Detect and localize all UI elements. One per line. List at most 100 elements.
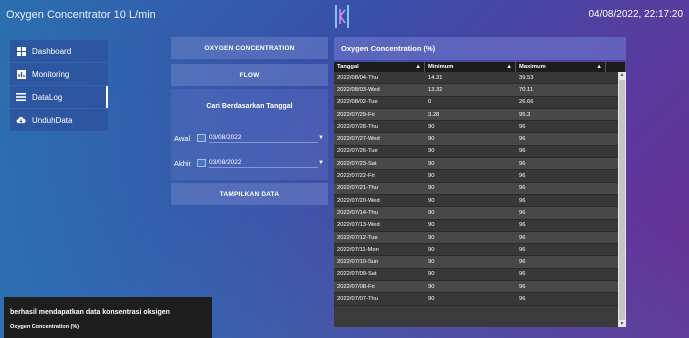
table-cell: 2022/07/11-Mon <box>337 246 379 253</box>
table-cell: 2022/07/29-Fri <box>337 111 375 118</box>
start-date-picker[interactable]: Awal 03/08/2022 ▼ <box>171 131 328 145</box>
table-cell: 90 <box>428 222 435 229</box>
column-header-tanggal[interactable]: Tanggal ▲ <box>334 62 425 72</box>
data-table: Tanggal ▲ Minimum ▲ Maximum ▲ 2022/08/04-Th… <box>334 62 626 327</box>
table-row[interactable]: 2022/07/11-Mon 90 96 <box>334 244 626 257</box>
sidebar-item-dashboard[interactable]: Dashboard <box>10 40 108 62</box>
table-row[interactable]: 2022/07/27-Wed 90 96 <box>334 133 626 146</box>
table-cell: 2022/08/03-Wed <box>337 86 380 93</box>
app-title: Oxygen Concentrator 10 L/min <box>6 9 156 21</box>
table-row[interactable]: 2022/07/14-Thu 90 96 <box>334 207 626 220</box>
table-cell: 90 <box>428 197 435 204</box>
table-cell: 90 <box>428 136 435 143</box>
table-cell: 90 <box>428 209 435 216</box>
table-cell: 2022/07/07-Thu <box>337 295 378 302</box>
table-cell: 2022/07/21-Thu <box>337 185 378 192</box>
table-body: 2022/08/04-Thu 14.31 39.53 2022/08/03-Wed 13… <box>334 72 626 306</box>
table-cell: 96 <box>519 185 526 192</box>
sort-up-icon: ▲ <box>596 64 602 70</box>
chart-icon <box>16 69 26 79</box>
chevron-down-icon[interactable]: ▼ <box>318 160 328 166</box>
sidebar-item-label: Monitoring <box>32 69 70 79</box>
table-row[interactable]: 2022/07/29-Fri 3.28 95.3 <box>334 108 626 122</box>
table-cell: 2022/07/12-Tue <box>337 234 378 241</box>
start-date-label: Awal <box>174 133 191 143</box>
app-logo-icon <box>335 5 349 28</box>
column-header-maximum[interactable]: Maximum ▲ <box>516 62 606 72</box>
list-icon <box>16 92 26 102</box>
table-cell: 96 <box>519 259 526 266</box>
table-cell: 90 <box>428 234 435 241</box>
table-cell: 90 <box>428 123 435 130</box>
table-row[interactable]: 2022/07/10-Sun 90 96 <box>334 256 626 269</box>
table-row[interactable]: 2022/08/02-Tue 0 26.66 <box>334 96 626 109</box>
table-cell: 90 <box>428 259 435 266</box>
table-cell: 14.31 <box>428 74 443 81</box>
end-date-field[interactable]: 03/08/2022 <box>209 159 319 168</box>
column-header-minimum[interactable]: Minimum ▲ <box>425 62 516 72</box>
table-cell: 70.11 <box>519 86 534 93</box>
cloud-download-icon <box>16 115 26 125</box>
show-data-button[interactable]: TAMPILKAN DATA <box>171 183 328 205</box>
scrollbar-thumb[interactable] <box>619 80 625 320</box>
table-cell: 2022/07/20-Wed <box>337 197 380 204</box>
table-row[interactable]: 2022/07/07-Thu 90 96 <box>334 293 626 306</box>
table-cell: 96 <box>519 295 526 302</box>
table-cell: 0 <box>428 99 432 106</box>
table-row[interactable]: 2022/08/03-Wed 13.32 70.11 <box>334 84 626 97</box>
table-cell: 96 <box>519 246 526 253</box>
column-header-spacer <box>606 62 626 72</box>
scroll-down-icon[interactable]: ▼ <box>618 321 626 327</box>
table-cell: 2022/07/14-Thu <box>337 209 378 216</box>
table-cell: 96 <box>519 123 526 130</box>
control-panel: OXYGEN CONCENTRATION FLOW Cari Berdasark… <box>171 37 328 205</box>
calendar-icon <box>197 134 206 142</box>
table-cell: 96 <box>519 222 526 229</box>
end-date-picker[interactable]: Akhir 03/08/2022 ▼ <box>171 156 328 170</box>
table-cell: 90 <box>428 271 435 278</box>
sidebar-item-datalog[interactable]: DataLog <box>10 86 108 108</box>
flow-button[interactable]: FLOW <box>171 64 328 86</box>
table-row[interactable]: 2022/07/28-Thu 90 96 <box>334 121 626 134</box>
table-cell: 3.28 <box>428 111 440 118</box>
table-cell: 90 <box>428 295 435 302</box>
sidebar-item-label: DataLog <box>32 92 63 102</box>
scroll-up-icon[interactable]: ▲ <box>618 72 626 78</box>
table-cell: 2022/07/26-Tue <box>337 148 378 155</box>
start-date-field[interactable]: 03/08/2022 <box>209 134 319 143</box>
sidebar-item-label: UnduhData <box>32 115 73 125</box>
table-row[interactable]: 2022/07/08-Fri 90 96 <box>334 281 626 294</box>
table-row[interactable]: 2022/07/09-Sat 90 96 <box>334 268 626 282</box>
top-bar: Oxygen Concentrator 10 L/min 04/08/2022,… <box>0 0 689 34</box>
grid-icon <box>16 46 26 56</box>
sort-up-icon: ▲ <box>415 64 421 70</box>
toast-message: berhasil mendapatkan data konsentrasi ok… <box>10 309 170 316</box>
chevron-down-icon[interactable]: ▼ <box>318 135 328 141</box>
table-cell: 2022/07/10-Sun <box>337 259 379 266</box>
table-scrollbar[interactable]: ▲ ▼ <box>618 72 626 327</box>
table-row[interactable]: 2022/07/26-Tue 90 96 <box>334 145 626 159</box>
table-cell: 2022/07/28-Thu <box>337 123 378 130</box>
table-cell: 96 <box>519 197 526 204</box>
table-cell: 2022/07/27-Wed <box>337 136 380 143</box>
end-date-label: Akhir <box>174 158 192 168</box>
table-row[interactable]: 2022/08/04-Thu 14.31 39.53 <box>334 72 626 85</box>
sidebar-item-unduhdata[interactable]: UnduhData <box>10 109 108 131</box>
toast-subtitle: Oxygen Concentration (%) <box>10 324 80 330</box>
table-row[interactable]: 2022/07/20-Wed 90 96 <box>334 194 626 208</box>
table-row[interactable]: 2022/07/22-Fri 90 96 <box>334 170 626 183</box>
table-cell: 39.53 <box>519 74 534 81</box>
filter-title: Cari Berdasarkan Tanggal <box>206 103 293 110</box>
table-cell: 90 <box>428 185 435 192</box>
oxygen-concentration-button[interactable]: OXYGEN CONCENTRATION <box>171 37 328 59</box>
table-cell: 13.32 <box>428 86 443 93</box>
table-cell: 90 <box>428 283 435 290</box>
table-row[interactable]: 2022/07/13-Wed 90 96 <box>334 219 626 232</box>
table-row[interactable]: 2022/07/23-Sat 90 96 <box>334 158 626 171</box>
sidebar-item-monitoring[interactable]: Monitoring <box>10 63 108 85</box>
table-cell: 2022/07/13-Wed <box>337 222 380 229</box>
table-row[interactable]: 2022/07/12-Tue 90 96 <box>334 231 626 245</box>
table-cell: 96 <box>519 283 526 290</box>
table-cell: 96 <box>519 148 526 155</box>
table-row[interactable]: 2022/07/21-Thu 90 96 <box>334 182 626 195</box>
